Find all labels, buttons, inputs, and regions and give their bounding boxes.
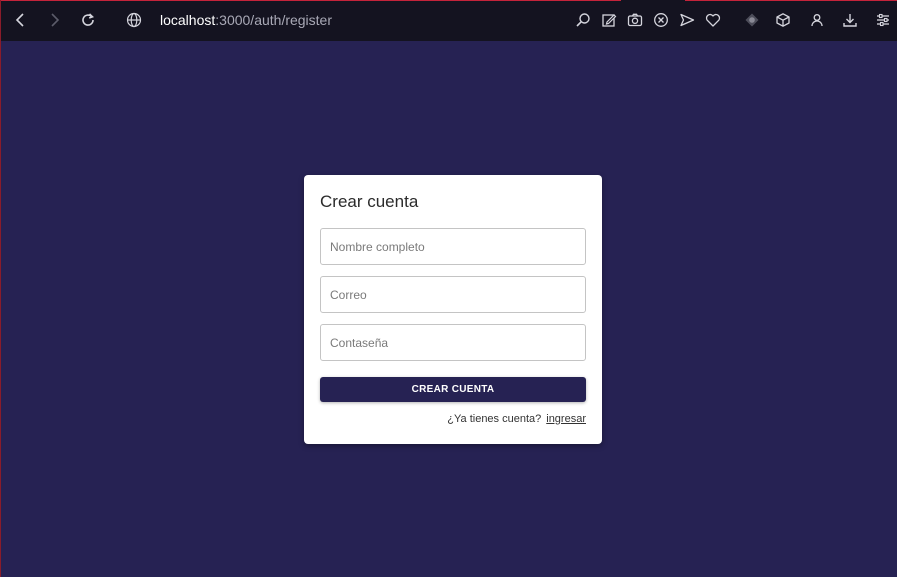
forward-arrow-icon[interactable] [42,8,66,32]
browser-window: localhost:3000/auth/register Crear cuent… [0,0,897,577]
register-card: Crear cuenta CREAR CUENTA ¿Ya tienes cue… [304,175,602,444]
login-prompt-line: ¿Ya tienes cuenta? ingresar [447,413,586,425]
create-account-button[interactable]: CREAR CUENTA [320,377,586,402]
email-input[interactable] [320,276,586,313]
login-link[interactable]: ingresar [546,413,586,425]
card-title: Crear cuenta [320,192,419,211]
profile-icon[interactable] [808,11,826,29]
toolbar-accent-line [1,0,621,1]
camera-icon[interactable] [626,11,644,29]
url-host: localhost [160,12,216,28]
heart-icon[interactable] [704,11,722,29]
globe-icon [126,12,142,28]
address-bar[interactable]: localhost:3000/auth/register [160,12,332,28]
back-arrow-icon[interactable] [9,8,33,32]
search-zoom-icon[interactable] [574,11,592,29]
extension-icon[interactable] [743,11,761,29]
full-name-input[interactable] [320,228,586,265]
browser-toolbar: localhost:3000/auth/register [1,0,897,41]
edit-icon[interactable] [600,11,618,29]
login-prompt-text: ¿Ya tienes cuenta? [447,413,542,425]
password-input[interactable] [320,324,586,361]
reload-icon[interactable] [76,8,100,32]
cube-icon[interactable] [774,11,792,29]
download-icon[interactable] [841,11,859,29]
block-icon[interactable] [652,11,670,29]
send-icon[interactable] [678,11,696,29]
settings-icon[interactable] [874,11,892,29]
url-path: :3000/auth/register [215,12,333,28]
toolbar-accent-line [685,0,897,1]
